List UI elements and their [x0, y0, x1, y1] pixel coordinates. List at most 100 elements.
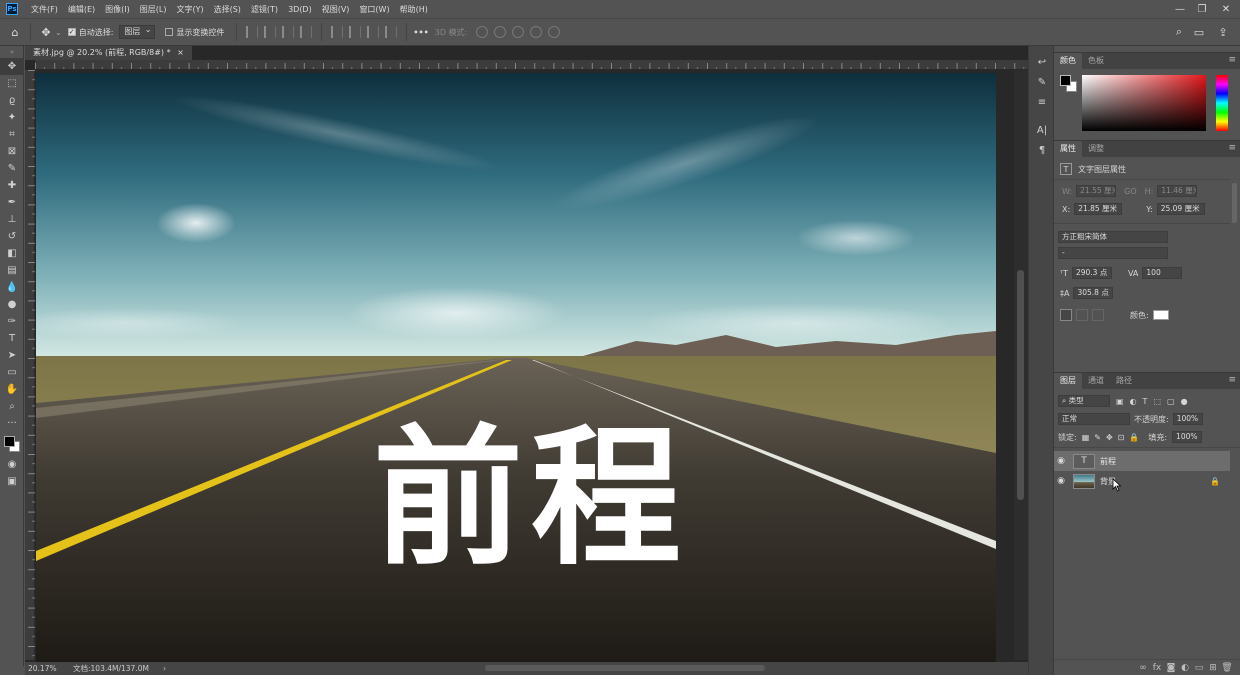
layer-style-icon[interactable]: fx	[1150, 663, 1164, 673]
blur-tool-icon[interactable]: 💧	[0, 279, 24, 296]
menu-layer[interactable]: 图层(L)	[135, 4, 172, 15]
menu-type[interactable]: 文字(Y)	[171, 4, 208, 15]
adjustment-layer-icon[interactable]: ◐	[1178, 663, 1192, 673]
align-center-icon[interactable]	[264, 26, 277, 38]
vertical-scrollbar[interactable]	[1014, 70, 1028, 660]
link-layers-icon[interactable]: ∞	[1136, 663, 1150, 673]
menu-view[interactable]: 视图(V)	[317, 4, 355, 15]
layer-filter-select[interactable]: ⌕ 类型	[1058, 395, 1110, 407]
history-panel-icon[interactable]: ↩	[1029, 52, 1055, 72]
quick-mask-icon[interactable]: ◉	[0, 456, 24, 473]
clone-stamp-tool-icon[interactable]: ⊥	[0, 211, 24, 228]
menu-select[interactable]: 选择(S)	[209, 4, 246, 15]
character-panel-icon[interactable]: A|	[1029, 120, 1055, 140]
tab-channels[interactable]: 通道	[1082, 373, 1110, 389]
home-icon[interactable]: ⌂	[6, 23, 24, 41]
align-top-icon[interactable]	[331, 26, 344, 38]
menu-filter[interactable]: 滤镜(T)	[246, 4, 283, 15]
chevron-down-icon[interactable]: ⌄	[55, 28, 62, 37]
status-menu-arrow[interactable]: ›	[163, 664, 175, 673]
lock-artboard-icon[interactable]: ⊡	[1118, 433, 1125, 442]
roll-3d-icon[interactable]	[494, 26, 507, 38]
frame-tool-icon[interactable]: ⊠	[0, 143, 24, 160]
auto-select-dropdown[interactable]: 图层	[119, 24, 156, 39]
hand-tool-icon[interactable]: ✋	[0, 381, 24, 398]
font-style-select[interactable]: -	[1058, 247, 1168, 259]
height-field[interactable]: 11.46 厘米	[1157, 185, 1198, 197]
width-field[interactable]: 21.55 厘米	[1076, 185, 1117, 197]
align-right-icon[interactable]	[282, 26, 295, 38]
tab-properties[interactable]: 属性	[1054, 141, 1082, 157]
new-group-icon[interactable]: ▭	[1192, 663, 1206, 673]
tracking-field[interactable]: 100	[1142, 267, 1183, 279]
close-button[interactable]: ✕	[1216, 0, 1236, 18]
color-fg-bg-swatch[interactable]	[1060, 75, 1078, 93]
eyedropper-tool-icon[interactable]: ✎	[0, 160, 24, 177]
text-color-swatch[interactable]	[1152, 310, 1169, 320]
transform-controls-checkbox[interactable]	[165, 28, 174, 36]
toolbar-collapse-icon[interactable]: »	[0, 46, 24, 58]
foreground-background-swatch[interactable]	[0, 432, 24, 456]
tab-paths[interactable]: 路径	[1110, 373, 1138, 389]
more-options-button[interactable]: •••	[413, 28, 428, 37]
zoom-tool-icon[interactable]: ⌕	[0, 398, 24, 415]
brush-settings-icon[interactable]: ✎	[1029, 72, 1055, 92]
properties-scrollbar[interactable]	[1232, 183, 1237, 223]
foreground-swatch[interactable]	[1060, 75, 1071, 86]
auto-select-checkbox[interactable]: ✓	[67, 28, 76, 36]
font-family-select[interactable]: 方正粗宋简体	[1058, 231, 1168, 243]
add-mask-icon[interactable]: ◙	[1164, 663, 1178, 673]
tab-swatches[interactable]: 色板	[1082, 53, 1110, 69]
magic-wand-tool-icon[interactable]: ✦	[0, 109, 24, 126]
distribute-vertical-icon[interactable]	[385, 26, 398, 38]
lock-transparent-icon[interactable]: ▦	[1082, 433, 1090, 442]
layer-row-background[interactable]: ◉ 背景 🔒	[1054, 471, 1230, 491]
pen-tool-icon[interactable]: ✑	[0, 313, 24, 330]
screen-mode-icon[interactable]: ▣	[0, 473, 24, 490]
history-brush-tool-icon[interactable]: ↺	[0, 228, 24, 245]
scale-3d-icon[interactable]	[548, 26, 561, 38]
horizontal-ruler[interactable]	[35, 60, 1028, 70]
leading-field[interactable]: 305.8 点	[1073, 287, 1114, 299]
type-tool-icon[interactable]: T	[0, 330, 24, 347]
crop-tool-icon[interactable]: ⌗	[0, 126, 24, 143]
panel-menu-icon[interactable]: ≡	[1228, 143, 1236, 153]
lasso-tool-icon[interactable]: ϱ	[0, 92, 24, 109]
align-middle-icon[interactable]	[349, 26, 362, 38]
font-size-field[interactable]: 290.3 点	[1071, 267, 1112, 279]
path-selection-tool-icon[interactable]: ➤	[0, 347, 24, 364]
menu-3d[interactable]: 3D(D)	[283, 5, 317, 14]
eraser-tool-icon[interactable]: ◧	[0, 245, 24, 262]
panel-menu-icon[interactable]: ≡	[1228, 55, 1236, 65]
link-size-icon[interactable]: GO	[1124, 187, 1137, 196]
filter-smart-object-icon[interactable]: ▢	[1167, 397, 1175, 406]
paragraph-panel-icon[interactable]: ¶	[1029, 140, 1055, 160]
orbit-3d-icon[interactable]	[476, 26, 489, 38]
healing-brush-tool-icon[interactable]: ✚	[0, 177, 24, 194]
document-tab[interactable]: 素材.jpg @ 20.2% (前程, RGB/8#) * ×	[25, 46, 192, 60]
share-icon[interactable]: ⇪	[1214, 23, 1232, 41]
brush-tool-icon[interactable]: ✒	[0, 194, 24, 211]
filter-shape-icon[interactable]: ⬚	[1153, 397, 1161, 406]
visibility-eye-icon[interactable]: ◉	[1054, 456, 1068, 466]
search-icon[interactable]: ⌕	[1170, 23, 1188, 41]
align-left-text-icon[interactable]	[1060, 309, 1072, 321]
zoom-level[interactable]: 20.17%	[25, 664, 73, 673]
lock-image-icon[interactable]: ✎	[1094, 433, 1101, 442]
pan-3d-icon[interactable]	[512, 26, 525, 38]
layer-name[interactable]: 前程	[1100, 456, 1116, 467]
minimize-button[interactable]: —	[1170, 0, 1190, 18]
canvas-text-layer[interactable]: 前程	[366, 413, 696, 583]
align-bottom-icon[interactable]	[367, 26, 380, 38]
adjustments-icon[interactable]: ≡	[1029, 92, 1055, 112]
new-layer-icon[interactable]: ⊞	[1206, 663, 1220, 673]
menu-file[interactable]: 文件(F)	[26, 4, 63, 15]
dodge-tool-icon[interactable]: ●	[0, 296, 24, 313]
rectangle-tool-icon[interactable]: ▭	[0, 364, 24, 381]
tab-color[interactable]: 颜色	[1054, 53, 1082, 69]
move-tool-preset-icon[interactable]: ✥	[37, 23, 55, 41]
layer-row-text[interactable]: ◉ T 前程	[1054, 451, 1230, 471]
align-right-text-icon[interactable]	[1092, 309, 1104, 321]
tab-adjustments[interactable]: 调整	[1082, 141, 1110, 157]
horizontal-scroll-thumb[interactable]	[485, 665, 765, 671]
